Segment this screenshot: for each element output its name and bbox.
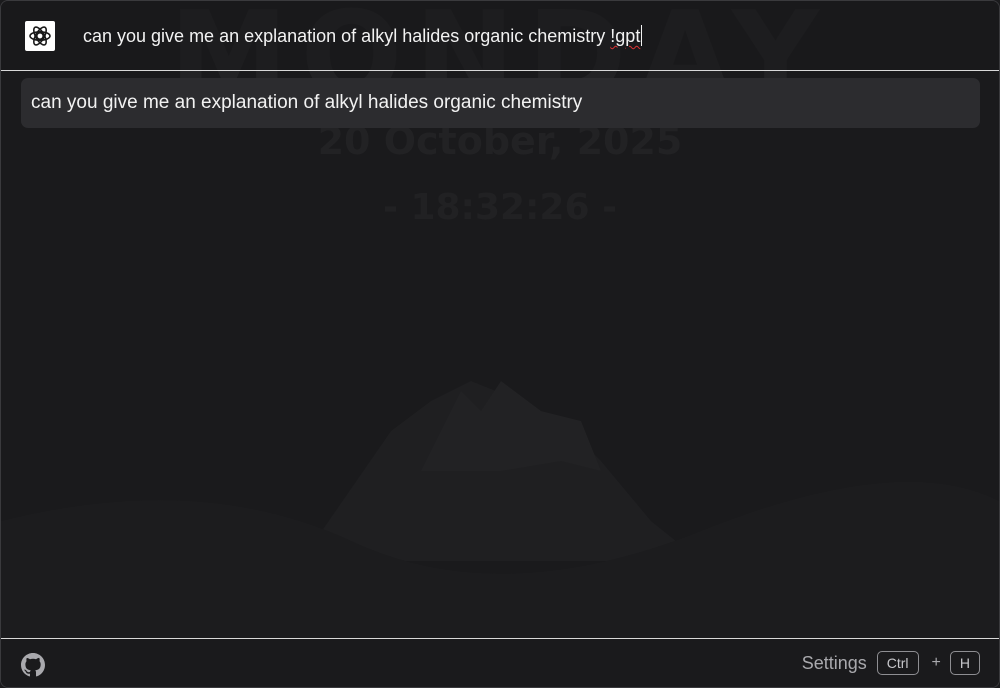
shortcut-plus: + xyxy=(931,654,941,671)
search-query-command: !gpt xyxy=(610,26,641,46)
result-item[interactable]: can you give me an explanation of alkyl … xyxy=(21,78,980,128)
settings-button[interactable]: Settings xyxy=(802,653,867,674)
footer-bar: Settings Ctrl + H xyxy=(1,638,999,687)
text-caret xyxy=(641,25,643,46)
result-item-label: can you give me an explanation of alkyl … xyxy=(31,92,583,113)
wallpaper-time: - 18:32:26 - xyxy=(382,187,618,228)
settings-shortcut: Settings Ctrl + H xyxy=(802,651,980,675)
search-bar: can you give me an explanation of alkyl … xyxy=(1,1,999,71)
launcher-window: MONDAY 20 October, 2025 - 18:32:26 - can… xyxy=(0,0,1000,688)
search-query-text: can you give me an explanation of alkyl … xyxy=(83,26,611,46)
shortcut-key-h: H xyxy=(949,651,980,675)
chatgpt-logo-icon[interactable] xyxy=(25,21,55,51)
shortcut-key-ctrl: Ctrl xyxy=(876,651,919,675)
search-input[interactable]: can you give me an explanation of alkyl … xyxy=(83,25,963,51)
github-icon[interactable] xyxy=(21,653,45,677)
